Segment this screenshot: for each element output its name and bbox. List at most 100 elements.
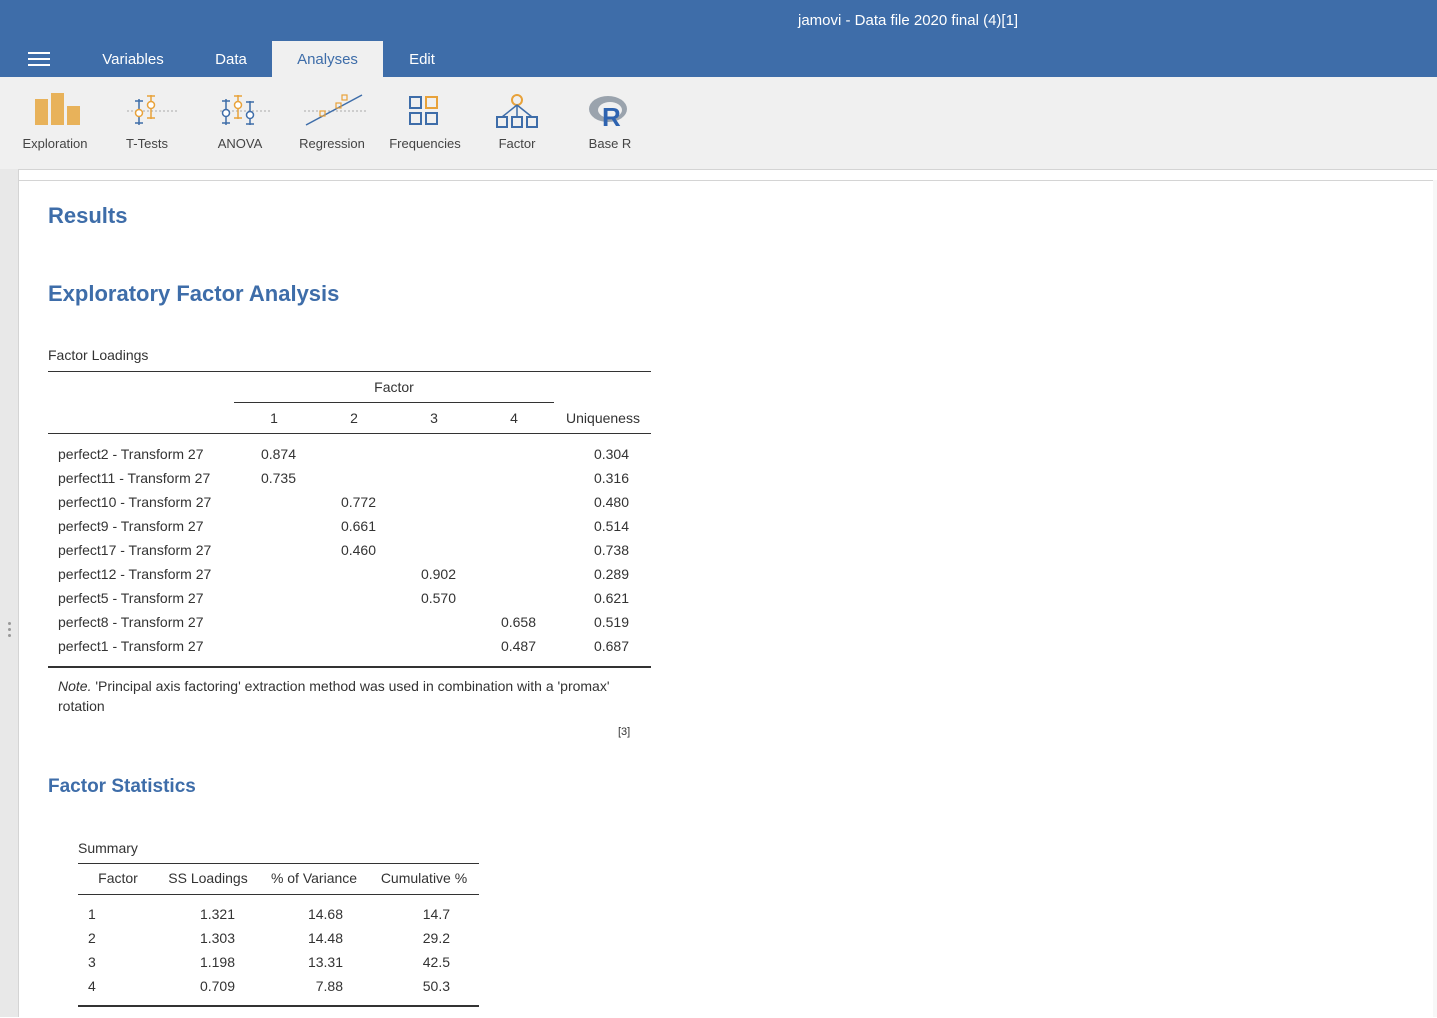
col-cumulative: Cumulative % [380,870,468,886]
summary-cell-factor: 2 [88,930,96,946]
loadings-cell-f2: 0.772 [340,494,376,510]
summary-cell-cum: 29.2 [422,930,450,946]
loadings-cell-uniq: 0.289 [593,566,629,582]
factor-group-rule [234,402,554,403]
summary-cell-ss: 1.303 [199,930,235,946]
summary-cell-ss: 1.321 [199,906,235,922]
t-tests-button[interactable]: T-Tests [101,77,193,169]
tab-edit[interactable]: Edit [390,41,454,77]
summary-cell-factor: 3 [88,954,96,970]
table-top-rule [48,371,651,372]
col-factor-1: 1 [270,410,278,426]
tab-variables[interactable]: Variables [84,41,182,77]
summary-header-rule [78,894,479,895]
loadings-row-label: perfect8 - Transform 27 [58,614,204,630]
tab-data[interactable]: Data [190,41,272,77]
regression-icon [304,94,366,126]
ribbon-label-regression: Regression [299,136,365,151]
loadings-row-label: perfect11 - Transform 27 [58,470,211,486]
col-factor-4: 4 [510,410,518,426]
summary-top-rule [78,863,479,864]
hamburger-menu-icon[interactable] [28,52,50,68]
col-factor: Factor [98,870,138,886]
frequencies-button[interactable]: Frequencies [379,77,471,169]
loadings-cell-uniq: 0.621 [593,590,629,606]
loadings-cell-uniq: 0.738 [593,542,629,558]
summary-cell-ss: 1.198 [199,954,235,970]
base-r-icon: R [589,96,627,129]
summary-caption: Summary [78,840,138,856]
col-uniqueness: Uniqueness [566,410,640,426]
summary-cell-factor: 1 [88,906,96,922]
anova-icon [220,95,270,125]
col-factor-3: 3 [430,410,438,426]
col-ss-loadings: SS Loadings [168,870,248,886]
summary-cell-cum: 14.7 [422,906,450,922]
loadings-cell-f4: 0.487 [500,638,536,654]
summary-cell-pct: 14.48 [307,930,343,946]
results-scrollbar[interactable] [1433,180,1437,1017]
loadings-row-label: perfect2 - Transform 27 [58,446,204,462]
summary-cell-pct: 13.31 [307,954,343,970]
header-rule [48,433,651,434]
tab-analyses[interactable]: Analyses [272,41,383,77]
loadings-cell-f1: 0.735 [260,470,296,486]
regression-button[interactable]: Regression [286,77,378,169]
panel-resize-grip-icon[interactable] [8,622,11,640]
summary-cell-cum: 42.5 [422,954,450,970]
reference-marker[interactable]: [3] [618,726,630,738]
t-tests-icon [127,95,177,125]
col-factor-2: 2 [350,410,358,426]
summary-cell-pct: 7.88 [315,978,343,994]
exploration-icon [35,93,80,125]
loadings-caption: Factor Loadings [48,347,149,363]
loadings-cell-f2: 0.460 [340,542,376,558]
data-panel-collapsed [0,169,19,1017]
ribbon-label-factor: Factor [498,136,536,151]
window-title: jamovi - Data file 2020 final (4)[1] [798,12,1019,29]
base-r-button[interactable]: R Base R [564,77,656,169]
loadings-cell-uniq: 0.687 [593,638,629,654]
loadings-cell-f4: 0.658 [500,614,536,630]
loadings-cell-uniq: 0.514 [593,518,629,534]
loadings-cell-uniq: 0.480 [593,494,629,510]
factor-statistics-heading: Factor Statistics [48,776,196,797]
factor-button[interactable]: Factor [471,77,563,169]
loadings-row-label: perfect5 - Transform 27 [58,590,204,606]
anova-button[interactable]: ANOVA [194,77,286,169]
results-heading: Results [48,203,128,228]
loadings-row-label: perfect12 - Transform 27 [58,566,212,582]
ribbon-label-base-r: Base R [588,136,632,151]
loadings-cell-f3: 0.902 [420,566,456,582]
summary-cell-pct: 14.68 [307,906,343,922]
loadings-row-label: perfect9 - Transform 27 [58,518,204,534]
factor-group-header: Factor [374,379,414,395]
ribbon-label-t-tests: T-Tests [126,136,168,151]
loadings-row-label: perfect17 - Transform 27 [58,542,212,558]
summary-cell-factor: 4 [88,978,96,994]
loadings-cell-f1: 0.874 [260,446,296,462]
loadings-note: Note. 'Principal axis factoring' extract… [58,676,618,716]
ribbon-label-frequencies: Frequencies [389,136,461,151]
efa-heading[interactable]: Exploratory Factor Analysis [48,281,339,307]
analyses-ribbon: Exploration T-Tests ANOVA Regression Fre… [0,77,1437,170]
loadings-cell-f2: 0.661 [340,518,376,534]
exploration-button[interactable]: Exploration [9,77,101,169]
note-text: 'Principal axis factoring' extraction me… [58,678,610,714]
summary-bottom-rule [78,1005,479,1007]
summary-cell-cum: 50.3 [422,978,450,994]
title-bar: jamovi - Data file 2020 final (4)[1] Var… [0,0,1437,77]
ribbon-label-anova: ANOVA [217,136,263,151]
ribbon-label-exploration: Exploration [22,136,88,151]
loadings-cell-uniq: 0.304 [593,446,629,462]
loadings-row-label: perfect10 - Transform 27 [58,494,212,510]
loadings-cell-uniq: 0.316 [593,470,629,486]
loadings-cell-uniq: 0.519 [593,614,629,630]
summary-cell-ss: 0.709 [199,978,235,994]
loadings-cell-f3: 0.570 [420,590,456,606]
loadings-row-label: perfect1 - Transform 27 [58,638,204,654]
factor-icon [496,94,538,128]
frequencies-icon [409,96,438,125]
col-pct-variance: % of Variance [270,870,358,886]
svg-text:R: R [602,102,621,129]
